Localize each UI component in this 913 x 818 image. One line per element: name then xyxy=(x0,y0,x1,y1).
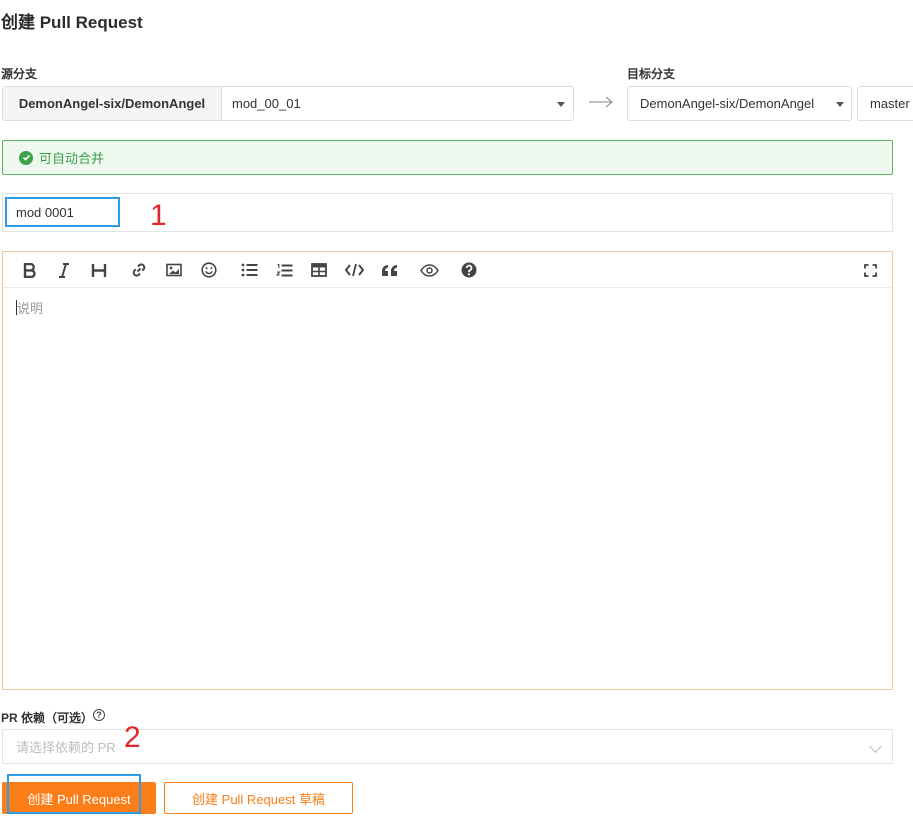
check-circle-icon xyxy=(19,150,33,165)
description-placeholder: 说明 xyxy=(17,301,44,316)
page-title: 创建 Pull Request xyxy=(1,13,143,32)
merge-status-banner: 可自动合并 xyxy=(2,140,893,175)
annotation-number-2: 2 xyxy=(124,721,141,754)
target-branch-select[interactable]: master xyxy=(857,86,913,121)
image-icon[interactable] xyxy=(164,260,184,280)
heading-icon[interactable] xyxy=(89,260,109,280)
target-branch-value: master xyxy=(870,96,910,111)
code-icon[interactable] xyxy=(344,260,364,280)
bold-icon[interactable] xyxy=(20,260,40,280)
source-branch-selector: DemonAngel-six/DemonAngel mod_00_01 xyxy=(2,86,574,121)
help-icon[interactable] xyxy=(459,260,479,280)
link-icon[interactable] xyxy=(129,260,149,280)
quote-icon[interactable] xyxy=(379,260,399,280)
editor-toolbar xyxy=(3,252,892,288)
source-repo[interactable]: DemonAngel-six/DemonAngel xyxy=(3,87,222,120)
description-editor[interactable]: 说明 xyxy=(16,298,43,317)
markdown-editor: 说明 xyxy=(2,251,893,690)
table-icon[interactable] xyxy=(309,260,329,280)
pr-dependency-placeholder: 请选择依赖的 PR xyxy=(16,740,116,755)
source-branch-value: mod_00_01 xyxy=(232,96,301,111)
caret-down-icon xyxy=(836,102,844,107)
target-repo-select[interactable]: DemonAngel-six/DemonAngel xyxy=(627,86,852,121)
pr-title-input[interactable] xyxy=(5,197,120,227)
italic-icon[interactable] xyxy=(54,260,74,280)
caret-down-icon xyxy=(557,102,565,107)
target-branch-label: 目标分支 xyxy=(627,67,676,81)
pr-title-field xyxy=(2,193,893,232)
unordered-list-icon[interactable] xyxy=(239,260,259,280)
merge-status-text: 可自动合并 xyxy=(39,151,105,166)
source-branch-label: 源分支 xyxy=(1,67,38,81)
source-branch-select[interactable]: mod_00_01 xyxy=(222,87,573,120)
ordered-list-icon[interactable] xyxy=(274,260,294,280)
arrow-right-icon xyxy=(589,96,614,108)
target-repo-value: DemonAngel-six/DemonAngel xyxy=(640,96,815,111)
preview-icon[interactable] xyxy=(419,260,439,280)
pr-dependency-label: PR 依赖（可选） xyxy=(1,711,94,725)
annotation-number-1: 1 xyxy=(150,199,167,232)
fullscreen-icon[interactable] xyxy=(860,260,880,280)
chevron-down-icon xyxy=(869,740,882,753)
emoji-icon[interactable] xyxy=(199,260,219,280)
create-pull-request-button[interactable]: 创建 Pull Request xyxy=(2,782,156,814)
create-draft-pull-request-button[interactable]: 创建 Pull Request 草稿 xyxy=(164,782,353,814)
question-circle-icon[interactable]: ? xyxy=(93,709,105,721)
